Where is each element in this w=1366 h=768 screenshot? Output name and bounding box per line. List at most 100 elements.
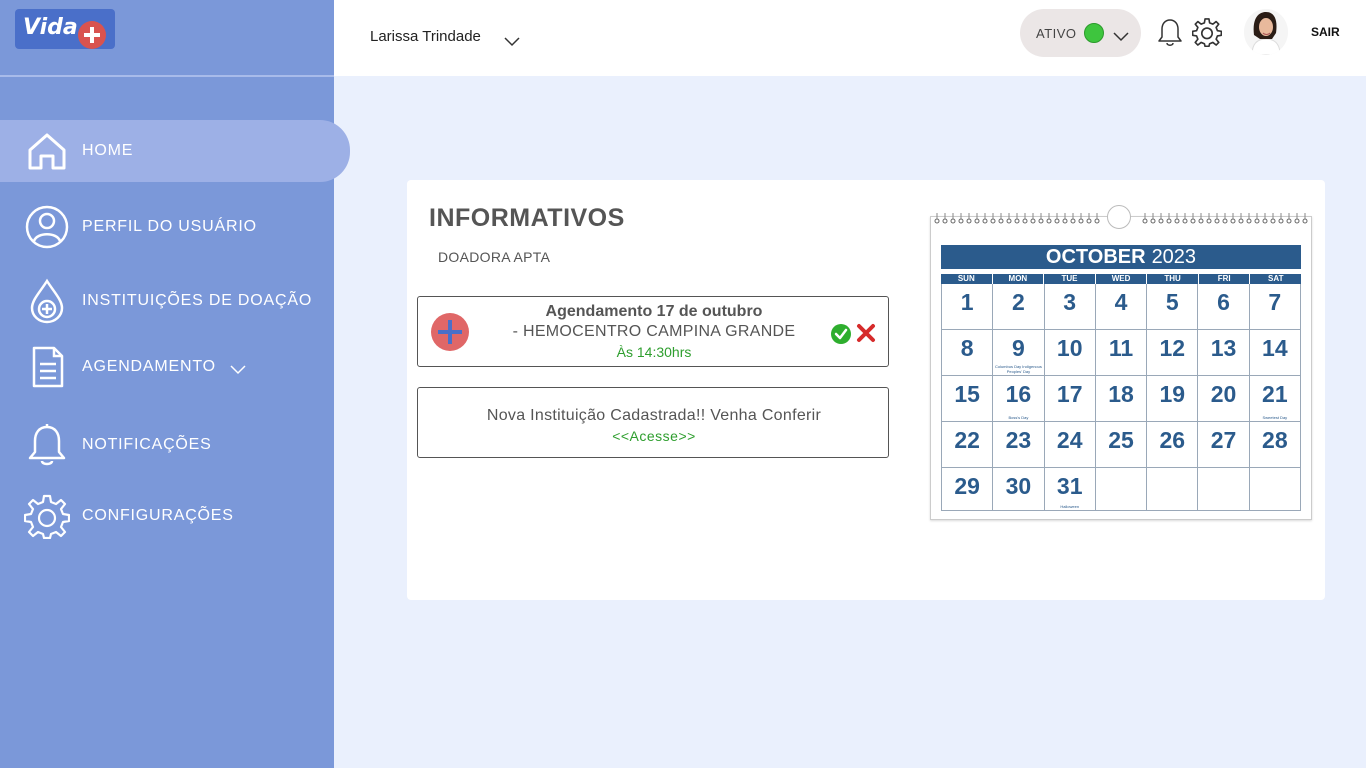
calendar-day: 20	[1197, 376, 1249, 422]
notifications-bell-icon[interactable]	[1156, 17, 1184, 47]
user-name[interactable]: Larissa Trindade	[370, 28, 481, 45]
sidebar-item-profile[interactable]: PERFIL DO USUÁRIO	[0, 196, 334, 258]
calendar-day-number: 10	[1056, 335, 1083, 361]
calendar-day: 12	[1146, 330, 1198, 376]
calendar-week: 15 16 Boss's Day 17 18 19 20 21 Sweetest Day	[941, 376, 1301, 422]
calendar-day-number: 29	[954, 473, 980, 499]
calendar-day-number: 20	[1210, 381, 1237, 407]
calendar-day: 6	[1197, 284, 1249, 330]
logout-button[interactable]: SAIR	[1311, 25, 1340, 39]
calendar-day	[1146, 468, 1198, 511]
calendar-day: 16 Boss's Day	[992, 376, 1044, 422]
calendar-day-number: 16	[1005, 381, 1032, 407]
calendar-day-number: 8	[960, 335, 974, 361]
chevron-down-icon[interactable]	[504, 34, 520, 47]
calendar-day	[1248, 468, 1301, 511]
donor-status: DOADORA APTA	[438, 249, 551, 265]
calendar-day: 7	[1248, 284, 1301, 330]
calendar-day-number: 5	[1165, 289, 1179, 315]
calendar-weekday: MON	[991, 274, 1044, 284]
calendar-day: 3	[1043, 284, 1095, 330]
calendar-week: 8 9 Columbus Day Indigenous Peoples' Day 10…	[941, 330, 1301, 376]
sidebar-item-home[interactable]: HOME	[0, 120, 350, 182]
calendar-day: 22	[941, 422, 993, 468]
calendar-day: 25	[1094, 422, 1147, 468]
appointment-time: Às 14:30hrs	[616, 344, 692, 360]
blood-drop-icon	[24, 278, 70, 324]
news-text: Nova Instituição Cadastrada!! Venha Conf…	[486, 407, 822, 424]
calendar-day-number: 19	[1159, 381, 1186, 407]
calendar-day: 29	[941, 468, 993, 511]
logo-plus-icon	[78, 21, 106, 49]
status-label: ATIVO	[1036, 26, 1077, 41]
sidebar-item-label: AGENDAMENTO	[82, 358, 216, 375]
sidebar-item-label: INSTITUIÇÕES DE DOAÇÃO	[82, 292, 313, 309]
user-icon	[24, 204, 70, 250]
calendar-day: 24	[1043, 422, 1095, 468]
sidebar-divider	[0, 75, 334, 77]
calendar-day-number: 21	[1262, 381, 1288, 407]
calendar-day: 5	[1146, 284, 1198, 330]
calendar-day-number: 27	[1210, 427, 1237, 453]
calendar-year: 2023	[1151, 246, 1197, 268]
calendar-day-number: 15	[954, 381, 980, 407]
calendar-day: 19	[1146, 376, 1198, 422]
settings-gear-icon[interactable]	[1191, 17, 1223, 48]
calendar-day: 28	[1248, 422, 1301, 468]
calendar-weekday: WED	[1094, 274, 1147, 284]
calendar-day: 11	[1094, 330, 1147, 376]
confirm-check-icon[interactable]	[830, 323, 852, 345]
gear-icon	[23, 493, 71, 540]
calendar-day: 26	[1146, 422, 1198, 468]
calendar-day-note: Columbus Day Indigenous Peoples' Day	[994, 364, 1042, 374]
calendar-day: 4	[1094, 284, 1147, 330]
sidebar-item-institutions[interactable]: INSTITUIÇÕES DE DOAÇÃO	[0, 270, 334, 332]
sidebar-item-label: NOTIFICAÇÕES	[82, 436, 212, 453]
bell-icon	[24, 422, 70, 468]
sidebar-item-settings[interactable]: CONFIGURAÇÕES	[0, 485, 334, 547]
calendar-week: 1 2 3 4 5 6 7	[941, 284, 1301, 330]
document-icon	[24, 344, 70, 390]
calendar-day: 15	[941, 376, 993, 422]
calendar-day-number: 12	[1159, 335, 1186, 361]
calendar-day: 17	[1043, 376, 1095, 422]
sidebar-item-scheduling[interactable]: AGENDAMENTO	[0, 336, 334, 398]
calendar-day-number: 6	[1217, 289, 1230, 315]
calendar-day: 21 Sweetest Day	[1248, 376, 1301, 422]
calendar-day-note: Sweetest Day	[1262, 415, 1288, 420]
calendar: OCTOBER 2023 SUN MON TUE WED THU FRI SAT 123456…	[930, 205, 1312, 520]
logo-text: Vida	[23, 15, 78, 40]
calendar-day-number: 14	[1262, 335, 1288, 361]
sidebar-item-label: CONFIGURAÇÕES	[82, 507, 234, 524]
calendar-day: 13	[1197, 330, 1249, 376]
calendar-weekdays: SUN MON TUE WED THU FRI SAT	[941, 274, 1301, 284]
status-indicator-icon	[1084, 23, 1104, 43]
calendar-day-note: Boss's Day	[1008, 415, 1029, 420]
calendar-day: 18	[1094, 376, 1147, 422]
calendar-day: 10	[1043, 330, 1095, 376]
calendar-day-number: 31	[1056, 473, 1083, 499]
calendar-grid: SUN MON TUE WED THU FRI SAT 1 2 3 4 5 6 7 8 9 Columbus …	[941, 274, 1301, 511]
calendar-weekday: SUN	[957, 274, 975, 283]
calendar-day: 1	[941, 284, 993, 330]
calendar-day-number: 26	[1159, 427, 1186, 453]
calendar-day-number: 1	[960, 289, 974, 315]
appointment-place: - HEMOCENTRO CAMPINA GRANDE	[512, 323, 796, 340]
calendar-day	[1197, 468, 1249, 511]
calendar-day-number: 23	[1005, 427, 1032, 453]
sidebar-item-notifications[interactable]: NOTIFICAÇÕES	[0, 414, 334, 476]
calendar-weekday: FRI	[1197, 274, 1250, 284]
appointment-card[interactable]: Agendamento 17 de outubro - HEMOCENTRO C…	[417, 296, 889, 367]
sidebar: Vida HOME PERFIL DO USUÁRIO INSTITUIÇÕES…	[0, 0, 350, 768]
avatar[interactable]	[1244, 9, 1288, 55]
calendar-day-number: 24	[1056, 427, 1083, 453]
news-access-link[interactable]: <<Acesse>>	[418, 428, 890, 444]
calendar-day-number: 17	[1056, 381, 1083, 407]
status-selector[interactable]: ATIVO	[1020, 9, 1141, 57]
app-logo[interactable]: Vida	[15, 9, 115, 49]
chevron-down-icon[interactable]	[230, 362, 246, 375]
calendar-weekday: TUE	[1043, 274, 1095, 284]
calendar-header: OCTOBER 2023	[941, 245, 1301, 269]
sidebar-item-label: HOME	[82, 142, 134, 159]
cancel-x-icon[interactable]	[856, 323, 876, 343]
